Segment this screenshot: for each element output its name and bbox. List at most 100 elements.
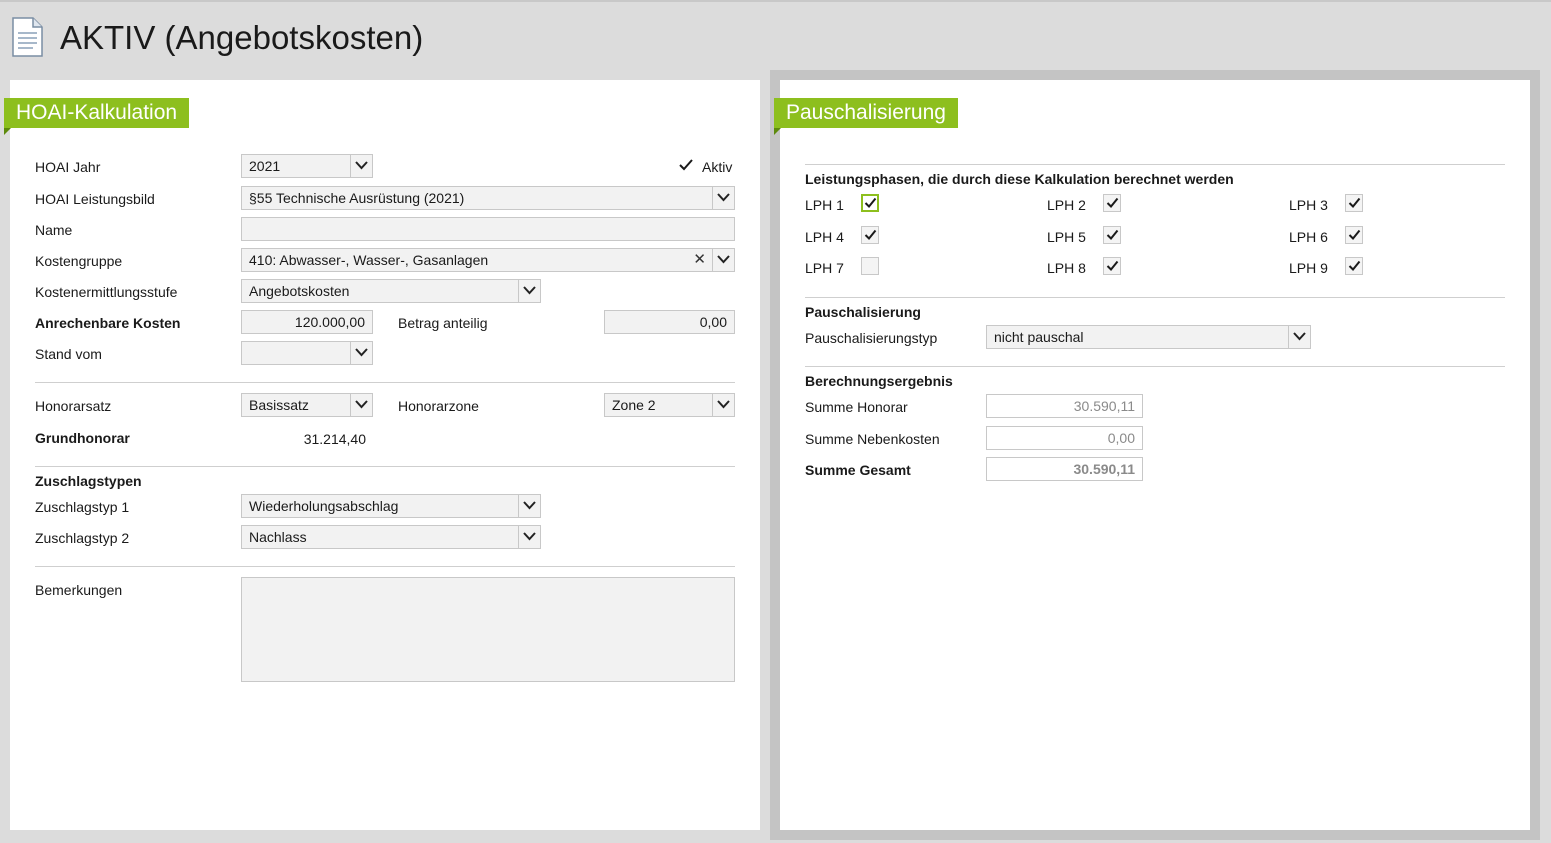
checkmark-icon	[1106, 260, 1119, 271]
name-label: Name	[35, 222, 73, 238]
document-icon	[12, 17, 43, 57]
bemerkungen-textarea[interactable]	[241, 577, 735, 682]
section-title-pauschalisierung: Pauschalisierung	[774, 98, 958, 135]
checkmark-icon	[864, 197, 877, 208]
zuschlagstyp1-label: Zuschlagstyp 1	[35, 499, 130, 515]
hoai-jahr-value: 2021	[249, 158, 281, 174]
summe-gesamt-label: Summe Gesamt	[805, 462, 911, 478]
chevron-down-icon[interactable]	[518, 526, 540, 548]
lph-checkbox[interactable]	[1345, 226, 1363, 244]
chevron-down-icon[interactable]	[350, 342, 372, 364]
zuschlagstyp2-dropdown[interactable]: Nachlass	[241, 525, 541, 549]
summe-honorar-label: Summe Honorar	[805, 399, 908, 415]
kostenermittlungsstufe-label: Kostenermittlungsstufe	[35, 284, 178, 300]
kostengruppe-value: 410: Abwasser-, Wasser-, Gasanlagen	[249, 252, 489, 268]
name-input[interactable]	[241, 217, 735, 241]
pauschalisierung-panel: Pauschalisierung Leistungsphasen, die du…	[774, 80, 1530, 830]
honorarsatz-dropdown[interactable]: Basissatz	[241, 393, 373, 417]
honorarsatz-value: Basissatz	[249, 397, 309, 413]
anrechenbare-kosten-label: Anrechenbare Kosten	[35, 315, 181, 331]
lph-checkbox[interactable]	[1103, 226, 1121, 244]
zuschlagstyp2-value: Nachlass	[249, 529, 307, 545]
anrechenbare-kosten-value: 120.000,00	[294, 314, 365, 330]
pauschalisierungstyp-dropdown[interactable]: nicht pauschal	[986, 325, 1311, 349]
honorarzone-label: Honorarzone	[398, 398, 479, 414]
pauschalisierungstyp-label: Pauschalisierungstyp	[805, 330, 938, 346]
summe-gesamt-value: 30.590,11	[1073, 461, 1135, 477]
hoai-jahr-label: HOAI Jahr	[35, 159, 101, 175]
stand-vom-date-picker[interactable]	[241, 341, 373, 365]
pauschalisierungstyp-value: nicht pauschal	[994, 329, 1084, 345]
pauschalisierung-header: Pauschalisierung	[805, 304, 921, 320]
lph-label: LPH 2	[1047, 197, 1086, 213]
honorarzone-value: Zone 2	[612, 397, 656, 413]
grundhonorar-value: 31.214,40	[303, 431, 366, 447]
honorarzone-dropdown[interactable]: Zone 2	[604, 393, 735, 417]
lph-label: LPH 4	[805, 229, 844, 245]
checkmark-icon	[1348, 229, 1361, 240]
lph-checkbox[interactable]	[1103, 194, 1121, 212]
chevron-down-icon[interactable]	[712, 249, 734, 271]
lph-label: LPH 1	[805, 197, 844, 213]
grundhonorar-label: Grundhonorar	[35, 430, 130, 446]
hoai-kalkulation-panel: HOAI-Kalkulation HOAI Jahr 2021 Aktiv HO…	[4, 80, 760, 830]
zuschlagstyp1-value: Wiederholungsabschlag	[249, 498, 399, 514]
checkmark-icon	[1348, 260, 1361, 271]
chevron-down-icon[interactable]	[350, 394, 372, 416]
anrechenbare-kosten-input[interactable]: 120.000,00	[241, 310, 373, 334]
zuschlagstypen-header: Zuschlagstypen	[35, 473, 142, 489]
kostenermittlungsstufe-value: Angebotskosten	[249, 283, 350, 299]
stand-vom-label: Stand vom	[35, 346, 102, 362]
honorarsatz-label: Honorarsatz	[35, 398, 112, 414]
zuschlagstyp2-label: Zuschlagstyp 2	[35, 530, 130, 546]
chevron-down-icon[interactable]	[518, 495, 540, 517]
hoai-leistungsbild-dropdown[interactable]: §55 Technische Ausrüstung (2021)	[241, 186, 735, 210]
chevron-down-icon[interactable]	[350, 155, 372, 177]
lph-label: LPH 6	[1289, 229, 1328, 245]
lph-checkbox[interactable]	[861, 257, 879, 275]
summe-honorar-value: 30.590,11	[1073, 398, 1135, 414]
bemerkungen-label: Bemerkungen	[35, 582, 123, 598]
divider	[805, 164, 1505, 165]
lph-label: LPH 7	[805, 260, 844, 276]
leistungsphasen-header: Leistungsphasen, die durch diese Kalkula…	[805, 171, 1234, 187]
chevron-down-icon[interactable]	[518, 280, 540, 302]
chevron-down-icon[interactable]	[712, 187, 734, 209]
divider	[35, 566, 735, 567]
kostengruppe-label: Kostengruppe	[35, 253, 123, 269]
lph-checkbox[interactable]	[1345, 194, 1363, 212]
kostenermittlungsstufe-dropdown[interactable]: Angebotskosten	[241, 279, 541, 303]
aktiv-label: Aktiv	[702, 159, 733, 175]
lph-checkbox[interactable]	[861, 194, 879, 212]
section-title-hoai-kalkulation: HOAI-Kalkulation	[4, 98, 190, 135]
betrag-anteilig-input[interactable]: 0,00	[604, 310, 735, 334]
berechnungsergebnis-header: Berechnungsergebnis	[805, 373, 953, 389]
checkmark-icon	[1348, 197, 1361, 208]
summe-nebenkosten-field: 0,00	[986, 426, 1143, 450]
divider	[805, 297, 1505, 298]
zuschlagstyp1-dropdown[interactable]: Wiederholungsabschlag	[241, 494, 541, 518]
page-title: AKTIV (Angebotskosten)	[60, 19, 424, 56]
summe-nebenkosten-value: 0,00	[1107, 430, 1135, 446]
checkmark-icon	[864, 229, 877, 240]
lph-checkbox[interactable]	[1103, 257, 1121, 275]
divider	[35, 466, 735, 467]
summe-honorar-field: 30.590,11	[986, 394, 1143, 418]
kostengruppe-dropdown[interactable]: 410: Abwasser-, Wasser-, Gasanlagen ✕	[241, 248, 735, 272]
checkmark-icon	[1106, 197, 1119, 208]
hoai-jahr-dropdown[interactable]: 2021	[241, 154, 373, 178]
summe-gesamt-field: 30.590,11	[986, 457, 1143, 481]
lph-label: LPH 5	[1047, 229, 1086, 245]
chevron-down-icon[interactable]	[1288, 326, 1310, 348]
close-icon[interactable]: ✕	[693, 249, 706, 271]
checkmark-icon	[1106, 229, 1119, 240]
chevron-down-icon[interactable]	[712, 394, 734, 416]
betrag-anteilig-value: 0,00	[699, 314, 727, 330]
summe-nebenkosten-label: Summe Nebenkosten	[805, 431, 940, 447]
lph-label: LPH 9	[1289, 260, 1328, 276]
lph-checkbox[interactable]	[1345, 257, 1363, 275]
aktiv-checkbox[interactable]	[678, 158, 694, 172]
lph-checkbox[interactable]	[861, 226, 879, 244]
hoai-leistungsbild-value: §55 Technische Ausrüstung (2021)	[249, 190, 465, 206]
divider	[35, 382, 735, 383]
